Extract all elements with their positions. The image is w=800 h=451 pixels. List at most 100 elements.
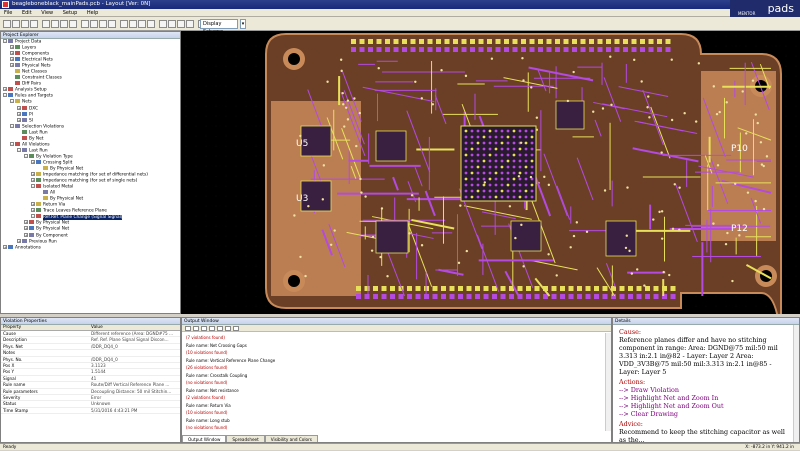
open-icon[interactable] xyxy=(12,20,20,28)
collapse-icon[interactable]: - xyxy=(24,153,28,158)
tab-visibility-colors[interactable]: Visibility and Colors xyxy=(264,435,318,442)
bga-ball xyxy=(500,129,504,133)
expand-icon[interactable]: + xyxy=(17,238,21,243)
zoom-icon[interactable] xyxy=(99,20,107,28)
pan-icon[interactable] xyxy=(108,20,116,28)
output-scrollbar[interactable] xyxy=(605,333,611,431)
expand-icon[interactable]: + xyxy=(3,244,7,249)
collapse-icon[interactable]: - xyxy=(31,184,35,189)
display-scheme-select[interactable]: Display Scheme xyxy=(200,19,238,35)
report-icon[interactable] xyxy=(186,20,194,28)
collapse-icon[interactable]: - xyxy=(10,141,14,146)
via xyxy=(431,103,435,106)
action-draw-violation[interactable]: --> Draw Violation xyxy=(619,386,793,394)
menu-help[interactable]: Help xyxy=(83,9,102,17)
header-pin xyxy=(458,286,463,291)
bga-ball xyxy=(470,141,474,145)
header-pin xyxy=(670,294,676,299)
highlight-icon[interactable] xyxy=(138,20,146,28)
expand-icon[interactable]: + xyxy=(31,178,35,183)
expand-icon[interactable]: + xyxy=(10,45,14,50)
collapse-icon[interactable]: - xyxy=(17,147,21,152)
find-icon[interactable] xyxy=(201,326,207,331)
tab-spreadsheet[interactable]: Spreadsheet xyxy=(226,435,265,442)
header-pin xyxy=(356,294,361,299)
header-pin xyxy=(623,39,628,44)
print-icon[interactable] xyxy=(217,326,223,331)
chevron-down-icon[interactable]: ▾ xyxy=(240,19,246,29)
cut-icon[interactable] xyxy=(42,20,50,28)
layer-icon[interactable] xyxy=(159,20,167,28)
menu-view[interactable]: View xyxy=(37,9,57,17)
measure-icon[interactable] xyxy=(129,20,137,28)
action-highlight-zoom-in[interactable]: --> Highlight Net and Zoom In xyxy=(619,394,793,402)
expand-icon[interactable]: + xyxy=(10,51,14,56)
pcb-canvas[interactable]: U5 U3 P10 P12 xyxy=(181,31,800,362)
tree-item-label: Rules and Targets xyxy=(15,93,53,99)
bga-ball xyxy=(518,129,522,133)
expand-icon[interactable]: + xyxy=(17,111,21,116)
menu-edit[interactable]: Edit xyxy=(18,9,36,17)
bga-ball xyxy=(530,129,534,133)
stop-icon[interactable] xyxy=(209,326,215,331)
expand-icon[interactable]: + xyxy=(17,105,21,110)
expand-icon[interactable]: + xyxy=(31,172,35,177)
tree-item[interactable]: + Annotations xyxy=(1,244,180,251)
save-icon[interactable] xyxy=(225,326,231,331)
redo-icon[interactable] xyxy=(81,20,89,28)
menu-file[interactable]: File xyxy=(0,9,16,17)
expand-icon[interactable]: + xyxy=(31,159,35,164)
tree-item-label: Physical Nets xyxy=(22,63,51,69)
expand-icon[interactable]: + xyxy=(17,117,21,122)
status-bar: Ready X: -873.2 in Y: 941.2 in xyxy=(0,443,800,450)
menu-setup[interactable]: Setup xyxy=(59,9,82,17)
options-icon[interactable] xyxy=(233,326,239,331)
output-text[interactable]: (7 violations found) Rule name: Net Cross… xyxy=(182,334,607,432)
pcb-layout-view[interactable]: U5 U3 P10 P12 xyxy=(181,31,800,362)
bga-ball xyxy=(482,135,486,139)
tree-node-icon xyxy=(22,238,27,243)
copy-icon[interactable] xyxy=(51,20,59,28)
collapse-icon[interactable]: - xyxy=(3,93,7,98)
copy-icon[interactable] xyxy=(193,326,199,331)
bga-ball xyxy=(470,153,474,157)
expand-icon[interactable]: + xyxy=(10,63,14,68)
header-pin xyxy=(665,39,671,44)
grid-icon[interactable] xyxy=(168,20,176,28)
action-clear-drawing[interactable]: --> Clear Drawing xyxy=(619,410,793,418)
expand-icon[interactable]: + xyxy=(24,232,28,237)
collapse-icon[interactable]: - xyxy=(10,99,14,104)
clear-icon[interactable] xyxy=(185,326,191,331)
refresh-icon[interactable] xyxy=(147,20,155,28)
select-icon[interactable] xyxy=(90,20,98,28)
output-line: (10 violations found) xyxy=(186,410,228,415)
expand-icon[interactable]: + xyxy=(3,87,7,92)
undo-icon[interactable] xyxy=(69,20,77,28)
expand-icon[interactable]: + xyxy=(31,202,35,207)
via xyxy=(718,110,721,114)
collapse-icon[interactable]: - xyxy=(31,214,35,219)
save-icon[interactable] xyxy=(21,20,29,28)
via xyxy=(529,175,533,179)
bga-ball xyxy=(500,147,504,151)
route-icon[interactable] xyxy=(120,20,128,28)
collapse-icon[interactable]: - xyxy=(3,39,7,43)
expand-icon[interactable]: + xyxy=(31,208,35,213)
drc-icon[interactable] xyxy=(177,20,185,28)
expand-icon[interactable]: + xyxy=(24,220,28,225)
property-row[interactable]: Time Stamp 5/31/2016 4:43:21 PM xyxy=(1,408,180,415)
output-line: Rule name: Vertical Reference Plane Chan… xyxy=(186,357,276,363)
header-pin xyxy=(410,39,416,44)
bga-ball xyxy=(524,183,528,187)
details-scrollbar[interactable] xyxy=(793,325,799,442)
tab-output-window[interactable]: Output Window xyxy=(182,435,227,442)
via xyxy=(585,230,589,234)
collapse-icon[interactable]: - xyxy=(10,123,14,128)
print-icon[interactable] xyxy=(30,20,38,28)
bga-ball xyxy=(518,159,522,163)
action-highlight-zoom-out[interactable]: --> Highlight Net and Zoom Out xyxy=(619,402,793,410)
paste-icon[interactable] xyxy=(60,20,68,28)
expand-icon[interactable]: + xyxy=(24,226,28,231)
new-icon[interactable] xyxy=(3,20,11,28)
expand-icon[interactable]: + xyxy=(10,57,14,62)
